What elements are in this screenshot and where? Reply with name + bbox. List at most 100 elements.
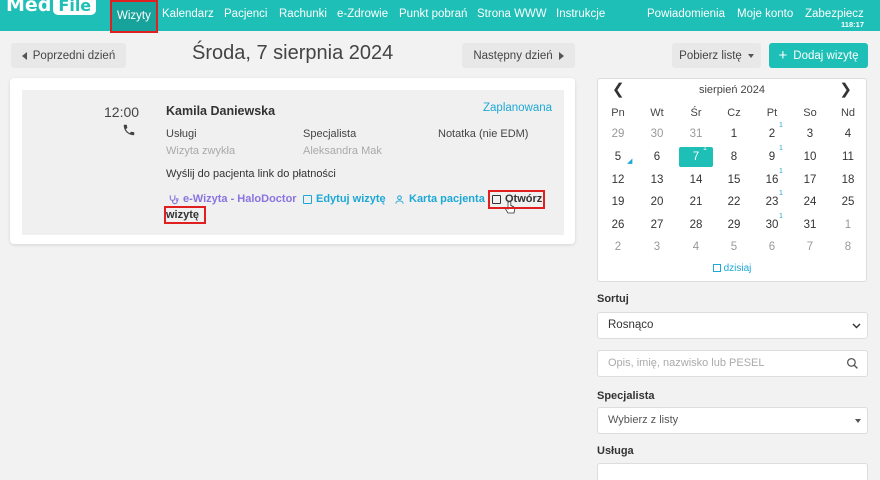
calendar-day[interactable]: 27 (638, 215, 676, 235)
ewizyta-action[interactable]: e-Wizyta - HaloDoctor (168, 193, 297, 205)
calendar-dow: Śr (690, 107, 702, 119)
appointment-count-marker: 1 (779, 168, 783, 175)
calendar-day[interactable]: 24 (791, 192, 829, 212)
patient-name[interactable]: Kamila Daniewska (166, 104, 275, 118)
nav-strona-www[interactable]: Strona WWW (477, 8, 547, 20)
calendar-dow: Wt (650, 107, 664, 119)
caret-marker: ◢ (627, 158, 633, 165)
visit-time: 12:00 (104, 104, 140, 120)
calendar-day[interactable]: 26 (599, 215, 637, 235)
calendar-day[interactable]: 11 (829, 147, 867, 167)
patient-card-label: Karta pacjenta (409, 193, 485, 205)
calendar-day[interactable]: 16 (753, 170, 791, 190)
calendar-day[interactable]: 2 (753, 124, 791, 144)
calendar-day[interactable]: 15 (715, 170, 753, 190)
nav-wizyty[interactable]: Wizyty (110, 0, 158, 33)
calendar-day[interactable]: 8 (829, 237, 867, 257)
calendar-today-link[interactable]: dzisiaj (598, 263, 866, 274)
visit-entry[interactable]: 12:00 Kamila Daniewska Zaplanowana Usług… (22, 90, 564, 235)
calendar-day[interactable]: 13 (638, 170, 676, 190)
appointment-count-marker: 1 (703, 145, 707, 152)
next-day-button[interactable]: Następny dzień (462, 43, 575, 68)
calendar-day[interactable]: 28 (677, 215, 715, 235)
calendar-day[interactable]: 25 (829, 192, 867, 212)
calendar-day[interactable]: 30 (753, 215, 791, 235)
nav-zabezpiecz[interactable]: Zabezpiecz (805, 8, 864, 20)
calendar-day[interactable]: 8 (715, 147, 753, 167)
calendar-day[interactable]: 22 (715, 192, 753, 212)
logo-file: File (53, 0, 97, 15)
caret-down-icon (855, 419, 861, 423)
nav-moje-konto[interactable]: Moje konto (737, 8, 793, 20)
calendar-day[interactable]: 3 (638, 237, 676, 257)
calendar-day[interactable]: 19 (599, 192, 637, 212)
session-clock: 118:17 (841, 20, 864, 29)
prev-day-label: Poprzedni dzień (32, 49, 116, 62)
calendar-day[interactable]: 6 (638, 147, 676, 167)
nav-powiadomienia[interactable]: Powiadomienia (647, 8, 725, 20)
calendar-day[interactable]: 12 (599, 170, 637, 190)
calendar-day[interactable]: 17 (791, 170, 829, 190)
calendar-day[interactable]: 10 (791, 147, 829, 167)
calendar-day[interactable]: 1 (715, 124, 753, 144)
specialist-filter-label: Specjalista (597, 390, 655, 402)
payment-link-notice[interactable]: Wyślij do pacjenta link do płatności (166, 168, 336, 180)
service-select[interactable] (597, 463, 868, 480)
patient-card-action[interactable]: Karta pacjenta (394, 193, 485, 205)
note-label: Notatka (nie EDM) (438, 128, 529, 140)
prev-day-button[interactable]: Poprzedni dzień (11, 43, 126, 68)
page-title: Środa, 7 sierpnia 2024 (192, 42, 394, 64)
calendar-day[interactable]: 23 (753, 192, 791, 212)
edit-visit-action[interactable]: Edytuj wizytę (303, 193, 386, 205)
calendar-day[interactable]: 1 (829, 215, 867, 235)
search-input[interactable]: Opis, imię, nazwisko lub PESEL (597, 350, 868, 377)
calendar-day[interactable]: 31 (791, 215, 829, 235)
service-filter-label: Usługa (597, 445, 634, 457)
calendar-day[interactable]: 4 (677, 237, 715, 257)
calendar-day[interactable]: 5 (715, 237, 753, 257)
calendar-day[interactable]: 30 (638, 124, 676, 144)
chevron-down-icon (852, 323, 861, 329)
visit-status: Zaplanowana (483, 102, 553, 114)
calendar-day[interactable]: 2 (599, 237, 637, 257)
user-icon (395, 194, 404, 204)
nav-ezdrowie[interactable]: e-Zdrowie (337, 8, 388, 20)
calendar-day[interactable]: 14 (677, 170, 715, 190)
nav-instrukcje[interactable]: Instrukcje (556, 8, 605, 20)
calendar-day[interactable]: 4 (829, 124, 867, 144)
nav-pacjenci[interactable]: Pacjenci (224, 8, 267, 20)
calendar-day[interactable]: 29 (599, 124, 637, 144)
highlight-open-visit (488, 190, 545, 209)
calendar-dow: Cz (727, 107, 741, 119)
calendar-day[interactable]: 18 (829, 170, 867, 190)
add-visit-label: Dodaj wizytę (793, 49, 859, 62)
services-label: Usługi (166, 128, 197, 140)
nav-punkt-pobran[interactable]: Punkt pobrań (399, 8, 467, 20)
sort-select[interactable]: Rosnąco (597, 312, 868, 339)
calendar-day[interactable]: 20 (638, 192, 676, 212)
calendar-day[interactable]: 31 (677, 124, 715, 144)
top-navigation: Med File Wizyty Kalendarz Pacjenci Rachu… (0, 0, 880, 33)
services-value: Wizyta zwykła (166, 145, 236, 157)
calendar-day[interactable]: 29 (715, 215, 753, 235)
specialist-select[interactable]: Wybierz z listy (597, 407, 868, 434)
add-visit-button[interactable]: + Dodaj wizytę (769, 43, 868, 68)
calendar-day[interactable]: 7 (791, 237, 829, 257)
calendar-dow: Pn (611, 107, 625, 119)
calendar-dow: Nd (840, 107, 856, 119)
appointment-count-marker: 1 (779, 145, 783, 152)
download-list-button[interactable]: Pobierz listę (672, 43, 761, 68)
calendar-dow: Pt (766, 107, 778, 119)
calendar-day[interactable]: 6 (753, 237, 791, 257)
calendar-day[interactable]: 9 (753, 147, 791, 167)
highlight-open-visit-line2 (164, 206, 206, 224)
search-placeholder: Opis, imię, nazwisko lub PESEL (608, 357, 765, 369)
plus-icon: + (778, 46, 788, 64)
calendar-day[interactable]: 3 (791, 124, 829, 144)
nav-rachunki[interactable]: Rachunki (279, 8, 327, 20)
nav-kalendarz[interactable]: Kalendarz (162, 8, 214, 20)
calendar-day[interactable]: 21 (677, 192, 715, 212)
calendar-day-selected[interactable]: 7 (679, 147, 713, 167)
calendar-next-month[interactable]: ❯ (839, 80, 852, 98)
app-logo[interactable]: Med File (6, 0, 97, 16)
